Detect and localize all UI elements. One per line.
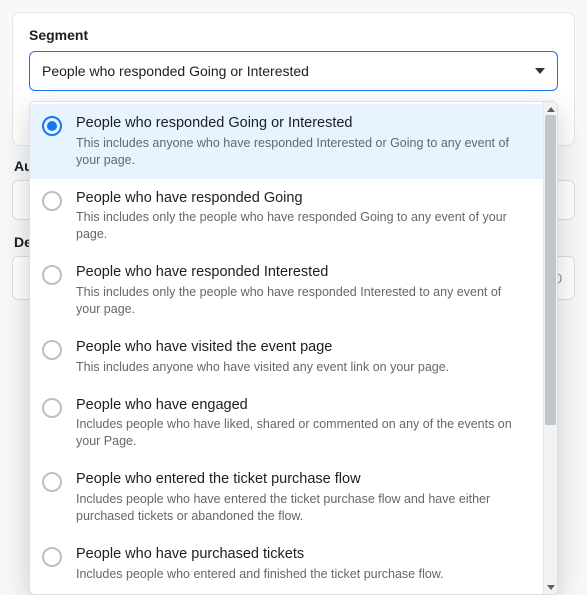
option-title: People who entered the ticket purchase f… — [76, 470, 529, 489]
segment-option-interested[interactable]: People who have responded Interested Thi… — [30, 253, 543, 328]
radio-icon — [42, 116, 62, 136]
radio-icon — [42, 265, 62, 285]
option-title: People who have responded Going — [76, 189, 529, 208]
scrollbar[interactable] — [543, 102, 557, 594]
scrollbar-thumb[interactable] — [545, 115, 556, 425]
option-title: People who have visited the event page — [76, 338, 529, 357]
segment-option-visited[interactable]: People who have visited the event page T… — [30, 328, 543, 386]
option-title: People who have purchased tickets — [76, 545, 529, 564]
segment-select[interactable]: People who responded Going or Interested — [29, 51, 558, 91]
radio-icon — [42, 547, 62, 567]
segment-dropdown: People who responded Going or Interested… — [29, 101, 558, 595]
scroll-up-button[interactable] — [545, 103, 557, 115]
segment-card: Segment People who responded Going or In… — [12, 12, 575, 146]
chevron-down-icon — [535, 68, 545, 74]
option-description: This includes only the people who have r… — [76, 209, 529, 243]
option-title: People who responded Going or Interested — [76, 114, 529, 133]
option-description: This includes anyone who have visited an… — [76, 359, 529, 376]
segment-option-engaged[interactable]: People who have engaged Includes people … — [30, 386, 543, 461]
radio-icon — [42, 398, 62, 418]
radio-icon — [42, 191, 62, 211]
segment-option-purchased[interactable]: People who have purchased tickets Includ… — [30, 535, 543, 593]
segment-option-going-or-interested[interactable]: People who responded Going or Interested… — [30, 104, 543, 179]
chevron-up-icon — [547, 107, 555, 112]
segment-label: Segment — [29, 27, 558, 43]
option-description: Includes people who have liked, shared o… — [76, 416, 529, 450]
segment-selected-text: People who responded Going or Interested — [42, 63, 309, 79]
option-description: This includes anyone who have responded … — [76, 135, 529, 169]
scroll-down-button[interactable] — [545, 581, 557, 593]
segment-option-going[interactable]: People who have responded Going This inc… — [30, 179, 543, 254]
radio-icon — [42, 340, 62, 360]
option-description: Includes people who have entered the tic… — [76, 491, 529, 525]
radio-icon — [42, 472, 62, 492]
segment-options-list: People who responded Going or Interested… — [30, 102, 543, 594]
segment-option-ticket-flow[interactable]: People who entered the ticket purchase f… — [30, 460, 543, 535]
option-title: People who have responded Interested — [76, 263, 529, 282]
option-title: People who have engaged — [76, 396, 529, 415]
chevron-down-icon — [547, 585, 555, 590]
option-description: This includes only the people who have r… — [76, 284, 529, 318]
option-description: Includes people who entered and finished… — [76, 566, 529, 583]
